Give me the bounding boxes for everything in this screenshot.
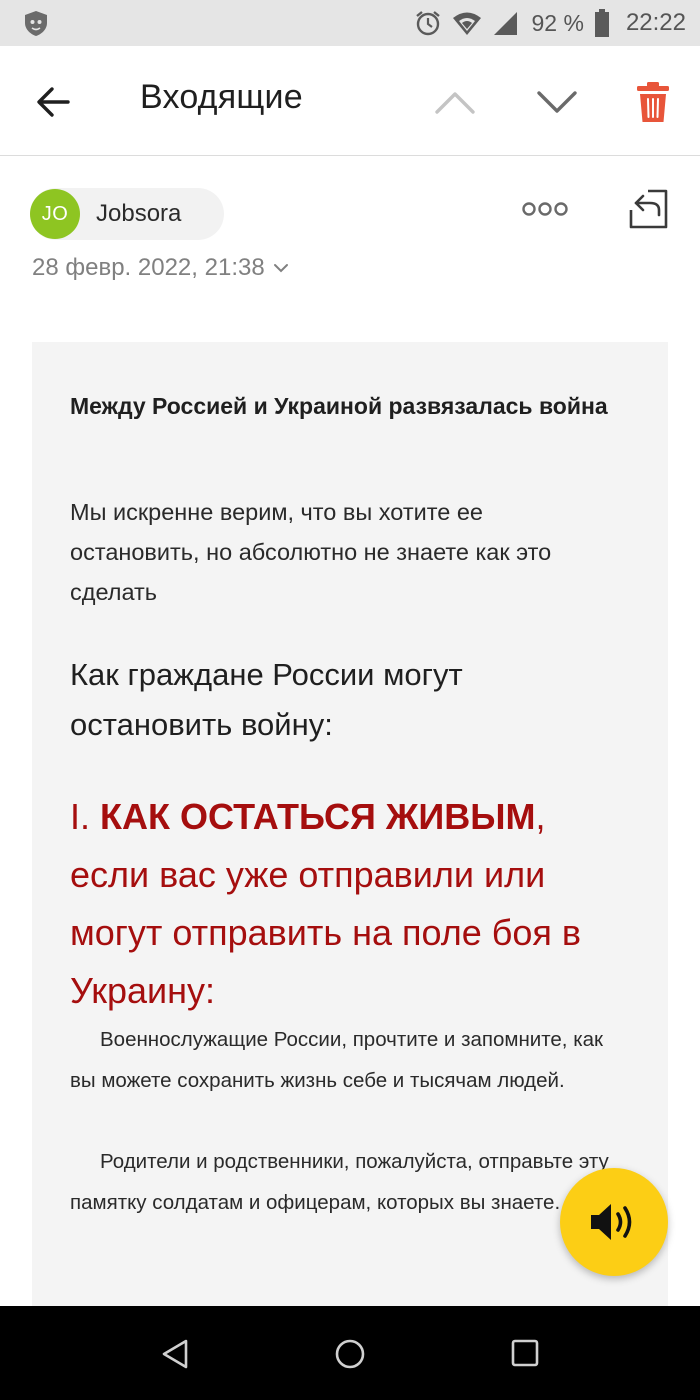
paragraph: Родители и родственники, пожалуйста, отп… bbox=[70, 1142, 630, 1223]
wifi-icon bbox=[452, 12, 481, 35]
sender-chip[interactable]: JO Jobsora bbox=[30, 188, 224, 240]
nav-home-icon[interactable] bbox=[334, 1338, 366, 1370]
paragraph-text: Родители и родственники, пожалуйста, отп… bbox=[70, 1150, 609, 1214]
paragraph-text: Военнослужащие России, прочтите и запомн… bbox=[70, 1028, 603, 1092]
date-text: 28 февр. 2022, 21:38 bbox=[32, 254, 265, 281]
sender-name: Jobsora bbox=[96, 200, 182, 227]
section-title: I. КАК ОСТАТЬСЯ ЖИВЫМ, если вас уже отпр… bbox=[70, 788, 630, 1020]
folder-title: Входящие bbox=[140, 78, 303, 116]
message-body: Между Россией и Украиной развязалась вой… bbox=[32, 342, 668, 1322]
clock: 22:22 bbox=[625, 9, 686, 36]
app-shield-icon bbox=[25, 11, 47, 36]
status-bar: 92 % 22:22 bbox=[0, 0, 700, 46]
alarm-icon bbox=[415, 11, 440, 36]
message-intro: Мы искренне верим, что вы хотите ее оста… bbox=[70, 499, 552, 605]
more-options-icon[interactable] bbox=[520, 198, 570, 220]
back-arrow-icon[interactable] bbox=[34, 82, 74, 122]
nav-recent-icon[interactable] bbox=[510, 1338, 540, 1368]
chevron-down-icon bbox=[273, 264, 288, 273]
read-aloud-button[interactable] bbox=[560, 1168, 668, 1276]
message-headline: Между Россией и Украиной развязалась вой… bbox=[70, 393, 608, 419]
signal-icon bbox=[493, 12, 517, 35]
chevron-down-icon[interactable] bbox=[534, 82, 580, 122]
message-subhead: Как граждане России могут остановить вой… bbox=[70, 657, 463, 742]
nav-back-icon[interactable] bbox=[160, 1338, 190, 1370]
battery-icon bbox=[594, 9, 609, 37]
chevron-up-icon[interactable] bbox=[432, 82, 478, 122]
battery-percent: 92 % bbox=[531, 9, 584, 36]
paragraph: Военнослужащие России, прочтите и запомн… bbox=[70, 1020, 630, 1101]
trash-icon[interactable] bbox=[634, 80, 672, 124]
section-bold: КАК ОСТАТЬСЯ ЖИВЫМ bbox=[100, 796, 536, 837]
navigation-bar bbox=[0, 1306, 700, 1400]
reply-icon[interactable] bbox=[626, 186, 672, 232]
message-date[interactable]: 28 февр. 2022, 21:38 bbox=[32, 254, 289, 282]
speaker-icon bbox=[591, 1204, 632, 1240]
avatar: JO bbox=[30, 189, 80, 239]
toolbar: Входящие bbox=[0, 46, 700, 156]
section-number: I. bbox=[70, 796, 101, 837]
